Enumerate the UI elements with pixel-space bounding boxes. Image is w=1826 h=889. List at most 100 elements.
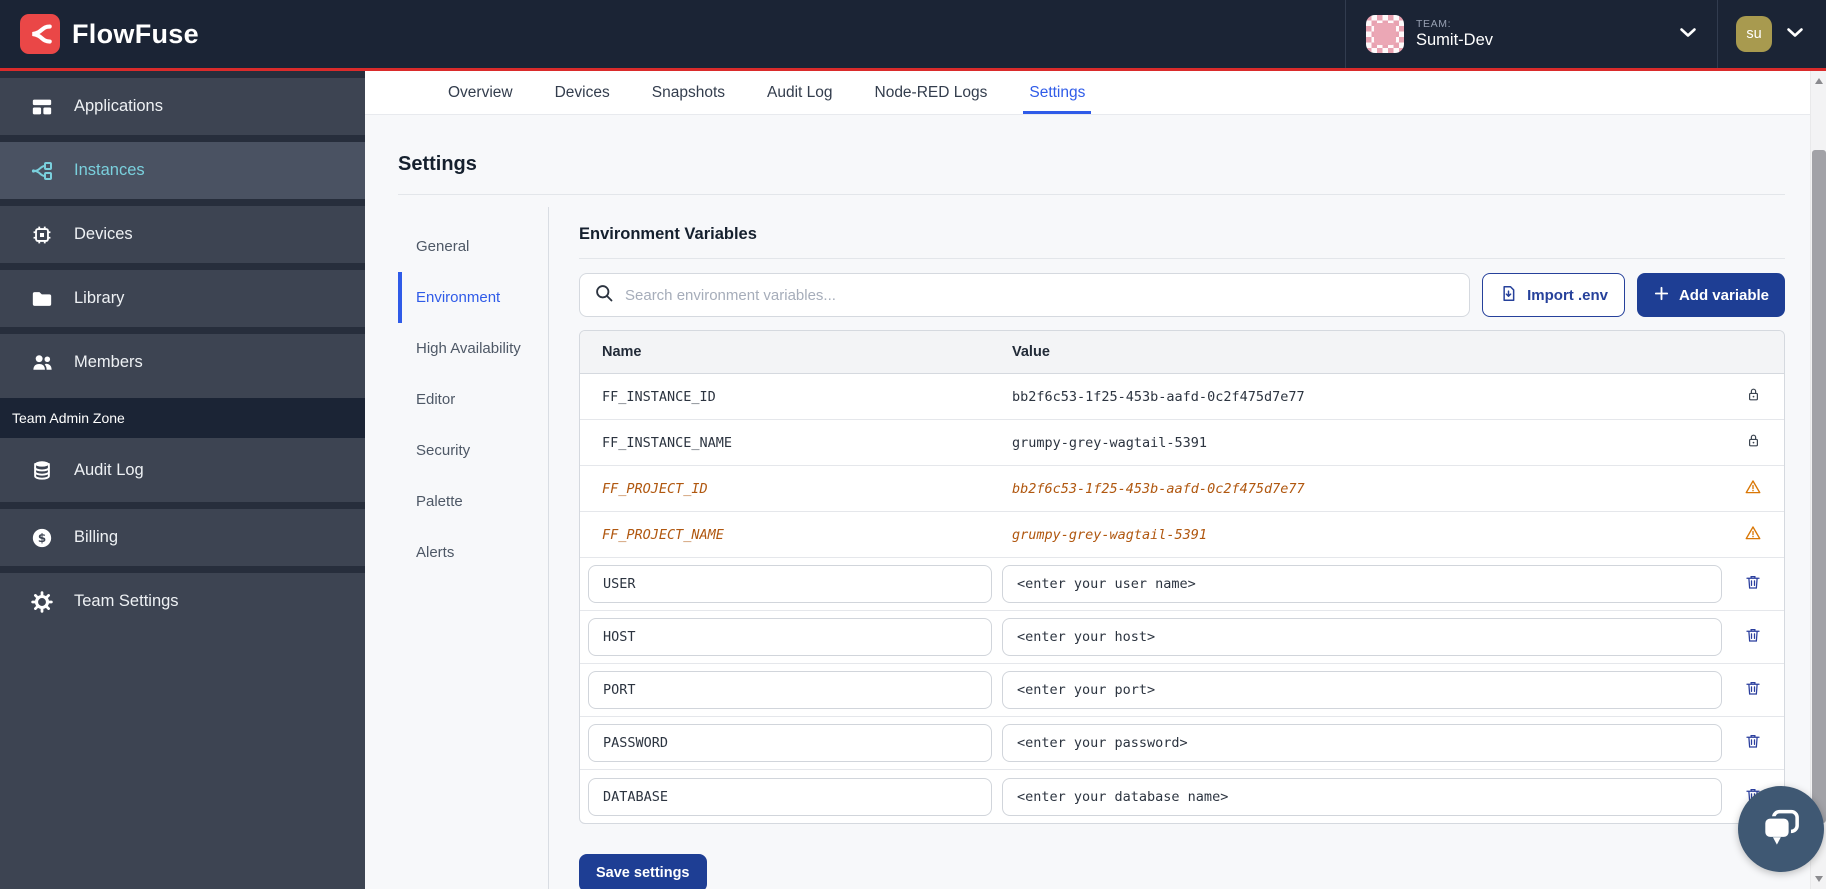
subnav-item-environment[interactable]: Environment xyxy=(398,272,548,323)
brand-name: FlowFuse xyxy=(72,19,199,50)
save-settings-button[interactable]: Save settings xyxy=(579,854,707,889)
table-row: FF_INSTANCE_NAME grumpy-grey-wagtail-539… xyxy=(580,420,1784,466)
tab-devices[interactable]: Devices xyxy=(555,71,610,114)
section-title: Environment Variables xyxy=(579,225,1785,259)
env-var-name-input[interactable] xyxy=(588,724,992,762)
env-var-value: grumpy-grey-wagtail-5391 xyxy=(1012,435,1722,451)
lock-icon xyxy=(1745,432,1762,453)
flowfuse-logo[interactable]: FlowFuse xyxy=(20,14,199,54)
user-menu[interactable]: su xyxy=(1717,0,1826,68)
plus-icon xyxy=(1653,285,1670,306)
page-title: Settings xyxy=(398,153,1785,176)
scrollbar-down-arrow[interactable] xyxy=(1811,871,1826,887)
subnav-item-general[interactable]: General xyxy=(398,221,548,272)
sidebar-item-label: Instances xyxy=(74,161,145,180)
audit-log-icon xyxy=(30,459,54,481)
team-selector[interactable]: TEAM: Sumit-Dev xyxy=(1345,0,1717,68)
sidebar-item-label: Applications xyxy=(74,97,163,116)
team-avatar xyxy=(1366,15,1404,53)
team-name: Sumit-Dev xyxy=(1416,31,1493,50)
trash-icon[interactable] xyxy=(1744,573,1762,595)
sidebar-item-label: Library xyxy=(74,289,124,308)
top-bar: FlowFuse TEAM: Sumit-Dev su xyxy=(0,0,1826,71)
settings-subnav: General Environment High Availability Ed… xyxy=(398,207,548,889)
sidebar-item-members[interactable]: Members xyxy=(0,327,365,391)
chat-widget-button[interactable] xyxy=(1738,786,1824,872)
sidebar-item-label: Audit Log xyxy=(74,461,144,480)
tab-node-red-logs[interactable]: Node-RED Logs xyxy=(875,71,988,114)
svg-text:$: $ xyxy=(38,531,46,545)
instance-tabs: Overview Devices Snapshots Audit Log Nod… xyxy=(365,71,1810,115)
billing-icon: $ xyxy=(30,527,54,549)
sidebar-item-label: Devices xyxy=(74,225,133,244)
env-var-value-input[interactable] xyxy=(1002,724,1722,762)
env-var-name: FF_PROJECT_ID xyxy=(580,481,1012,497)
scrollbar[interactable] xyxy=(1810,71,1826,889)
sidebar-item-applications[interactable]: Applications xyxy=(0,71,365,135)
flowfuse-logo-icon xyxy=(20,14,60,54)
library-icon xyxy=(30,288,54,310)
env-var-value-input[interactable] xyxy=(1002,778,1722,816)
env-var-name-input[interactable] xyxy=(588,671,992,709)
table-row-deprecated: FF_PROJECT_ID bb2f6c53-1f25-453b-aafd-0c… xyxy=(580,466,1784,512)
env-var-name-input[interactable] xyxy=(588,565,992,603)
sidebar-item-team-settings[interactable]: Team Settings xyxy=(0,566,365,630)
env-var-name-input[interactable] xyxy=(588,778,992,816)
env-var-value: grumpy-grey-wagtail-5391 xyxy=(1012,527,1722,543)
env-var-value-input[interactable] xyxy=(1002,565,1722,603)
search-icon xyxy=(594,283,614,308)
tab-settings[interactable]: Settings xyxy=(1029,71,1085,114)
search-input[interactable] xyxy=(625,287,1455,304)
tab-snapshots[interactable]: Snapshots xyxy=(652,71,725,114)
table-row-editable xyxy=(580,611,1784,664)
applications-icon xyxy=(30,96,54,118)
members-icon xyxy=(30,351,54,374)
chat-icon xyxy=(1759,805,1803,854)
sidebar: Applications Instances Devices Library xyxy=(0,71,365,889)
table-row-deprecated: FF_PROJECT_NAME grumpy-grey-wagtail-5391 xyxy=(580,512,1784,558)
subnav-item-high-availability[interactable]: High Availability xyxy=(398,323,548,374)
import-env-button[interactable]: Import .env xyxy=(1482,273,1625,317)
env-variables-table: Name Value FF_INSTANCE_ID bb2f6c53-1f25-… xyxy=(579,330,1785,824)
main-content: Overview Devices Snapshots Audit Log Nod… xyxy=(365,71,1810,889)
sidebar-item-billing[interactable]: $ Billing xyxy=(0,502,365,566)
devices-icon xyxy=(30,224,54,246)
subnav-item-editor[interactable]: Editor xyxy=(398,374,548,425)
table-row-editable xyxy=(580,770,1784,823)
scrollbar-thumb[interactable] xyxy=(1812,150,1826,823)
import-file-icon xyxy=(1499,284,1518,307)
env-var-value-input[interactable] xyxy=(1002,671,1722,709)
sidebar-item-label: Billing xyxy=(74,528,118,547)
sidebar-item-audit-log[interactable]: Audit Log xyxy=(0,438,365,502)
column-header-name: Name xyxy=(580,344,1012,360)
trash-icon[interactable] xyxy=(1744,732,1762,754)
env-var-value: bb2f6c53-1f25-453b-aafd-0c2f475d7e77 xyxy=(1012,389,1722,405)
warning-icon xyxy=(1744,524,1762,546)
chevron-down-icon xyxy=(1786,25,1804,43)
sidebar-item-library[interactable]: Library xyxy=(0,263,365,327)
divider xyxy=(398,194,1785,195)
env-var-value-input[interactable] xyxy=(1002,618,1722,656)
env-var-name: FF_INSTANCE_NAME xyxy=(580,435,1012,451)
table-row-editable xyxy=(580,558,1784,611)
gear-icon xyxy=(30,591,54,613)
team-label: TEAM: xyxy=(1416,18,1493,30)
tab-audit-log[interactable]: Audit Log xyxy=(767,71,833,114)
column-header-value: Value xyxy=(1012,344,1722,360)
subnav-item-security[interactable]: Security xyxy=(398,425,548,476)
subnav-item-palette[interactable]: Palette xyxy=(398,476,548,527)
user-avatar: su xyxy=(1736,16,1772,52)
warning-icon xyxy=(1744,478,1762,500)
add-variable-button[interactable]: Add variable xyxy=(1637,273,1785,317)
sidebar-item-label: Members xyxy=(74,353,143,372)
tab-overview[interactable]: Overview xyxy=(448,71,513,114)
table-row-editable xyxy=(580,717,1784,770)
sidebar-item-devices[interactable]: Devices xyxy=(0,199,365,263)
trash-icon[interactable] xyxy=(1744,626,1762,648)
scrollbar-up-arrow[interactable] xyxy=(1811,73,1826,89)
trash-icon[interactable] xyxy=(1744,679,1762,701)
subnav-item-alerts[interactable]: Alerts xyxy=(398,527,548,578)
env-var-value: bb2f6c53-1f25-453b-aafd-0c2f475d7e77 xyxy=(1012,481,1722,497)
sidebar-item-instances[interactable]: Instances xyxy=(0,135,365,199)
env-var-name-input[interactable] xyxy=(588,618,992,656)
